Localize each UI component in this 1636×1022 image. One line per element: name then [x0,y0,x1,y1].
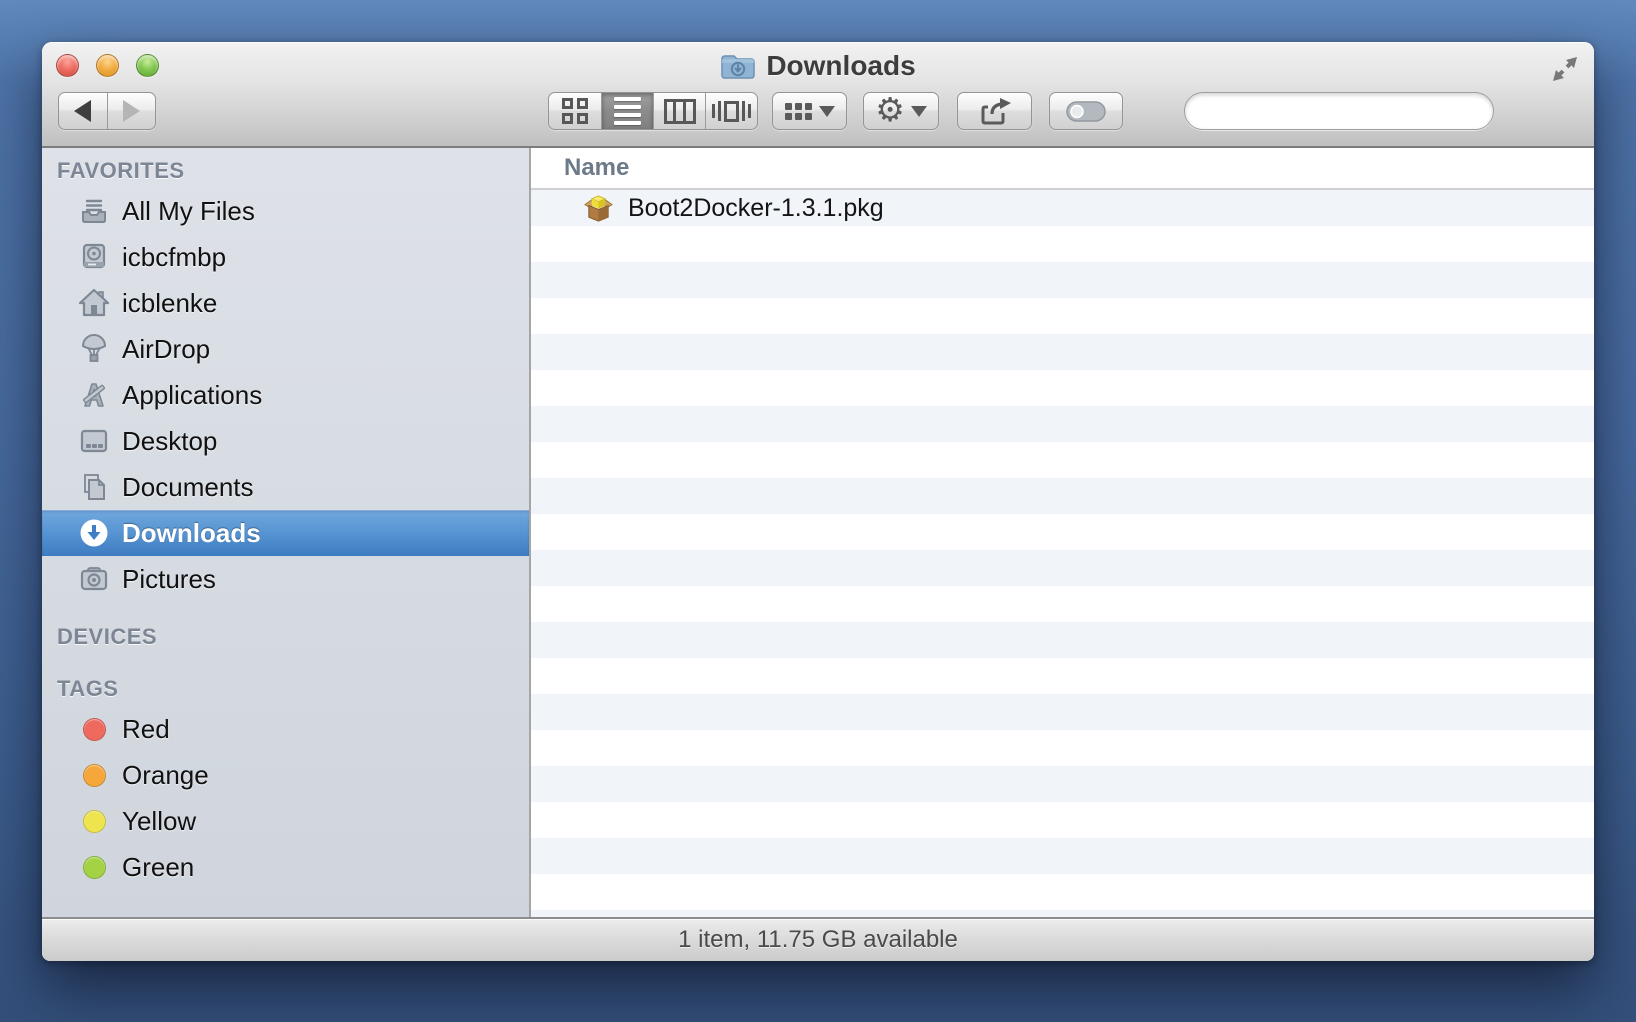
sidebar-item-label: Green [122,851,195,882]
sidebar-item-icbcfmbp[interactable]: icbcfmbp [42,234,529,280]
list-view-icon [614,97,641,125]
forward-icon [122,100,140,122]
sidebar-item-desktop[interactable]: Desktop [42,418,529,464]
sidebar-item-tag-orange[interactable]: Orange [42,752,529,798]
status-text: 1 item, 11.75 GB available [678,926,958,953]
sidebar: FAVORITES All My Files icbcfmbp icblenke… [42,148,531,917]
view-mode-control [548,92,758,130]
file-name: Boot2Docker-1.3.1.pkg [628,193,884,222]
chevron-down-icon [910,105,927,117]
sidebar-item-label: All My Files [122,195,255,226]
list-header: Name [531,148,1594,190]
search-field [1184,92,1515,130]
tags-button[interactable] [1049,92,1123,130]
airdrop-icon [78,333,110,365]
hard-drive-icon [78,241,110,273]
sidebar-section-devices: DEVICES [57,624,158,649]
sidebar-item-airdrop[interactable]: AirDrop [42,326,529,372]
forward-button[interactable] [106,93,155,129]
sidebar-item-pictures[interactable]: Pictures [42,556,529,602]
status-bar: 1 item, 11.75 GB available [42,917,1594,961]
package-icon [583,193,614,224]
column-view-button[interactable] [653,93,705,129]
file-list: Name Boot2Docker-1.3.1.pkg [531,148,1594,917]
cover-flow-icon [712,100,751,122]
orange-tag-icon [82,763,106,787]
sidebar-item-all-my-files[interactable]: All My Files [42,188,529,234]
yellow-tag-icon [82,809,106,833]
action-button[interactable]: ⚙ [863,92,939,130]
sidebar-item-label: Red [122,713,170,744]
home-icon [78,287,110,319]
sidebar-section-favorites: FAVORITES [57,158,185,183]
main-area: FAVORITES All My Files icbcfmbp icblenke… [42,148,1594,917]
column-header-name[interactable]: Name [564,154,629,182]
back-icon [74,100,92,122]
tag-icon [1066,101,1106,122]
sidebar-item-label: Orange [122,759,209,790]
arrange-button[interactable] [772,92,847,130]
green-tag-icon [82,855,106,879]
sidebar-item-tag-green[interactable]: Green [42,844,529,890]
sidebar-item-label: Applications [122,379,263,410]
fullscreen-icon[interactable] [1551,55,1579,83]
column-view-icon [663,98,696,124]
documents-icon [78,471,110,503]
search-input[interactable] [1205,97,1515,125]
sidebar-item-label: Desktop [122,425,218,456]
nav-buttons [58,92,156,130]
toolbar: ⚙ [42,92,1594,132]
sidebar-item-label: Yellow [122,805,197,836]
all-my-files-icon [78,195,110,227]
window-header: Downloads ⚙ [42,42,1594,148]
finder-window: Downloads ⚙ FAVORITES All My Files icbcf… [42,42,1594,961]
list-view-button[interactable] [601,93,653,129]
icon-view-icon [562,98,588,124]
arrange-icon [784,102,812,120]
desktop-icon [78,425,110,457]
share-button[interactable] [957,92,1032,130]
applications-icon [78,379,110,411]
icon-view-button[interactable] [549,93,601,129]
sidebar-item-applications[interactable]: Applications [42,372,529,418]
sidebar-item-icblenke[interactable]: icblenke [42,280,529,326]
sidebar-item-tag-yellow[interactable]: Yellow [42,798,529,844]
sidebar-item-tag-red[interactable]: Red [42,706,529,752]
downloads-folder-icon [720,51,756,81]
sidebar-item-label: AirDrop [122,333,211,364]
gear-icon: ⚙ [875,90,905,129]
red-tag-icon [82,717,106,741]
sidebar-item-label: Documents [122,471,254,502]
sidebar-item-label: Downloads [122,517,261,548]
sidebar-item-documents[interactable]: Documents [42,464,529,510]
share-icon [981,98,1011,125]
cover-flow-view-button[interactable] [705,93,757,129]
downloads-icon [78,517,110,549]
table-row[interactable]: Boot2Docker-1.3.1.pkg [531,190,1594,226]
sidebar-item-downloads[interactable]: Downloads [42,510,529,556]
titlebar: Downloads [42,42,1594,90]
sidebar-section-tags: TAGS [57,676,119,701]
file-rows: Boot2Docker-1.3.1.pkg [531,190,1594,917]
sidebar-item-label: icbcfmbp [122,241,227,272]
sidebar-item-label: Pictures [122,563,216,594]
sidebar-item-label: icblenke [122,287,218,318]
window-title: Downloads [766,50,916,81]
pictures-icon [78,563,110,595]
back-button[interactable] [59,93,107,129]
chevron-down-icon [818,105,835,117]
